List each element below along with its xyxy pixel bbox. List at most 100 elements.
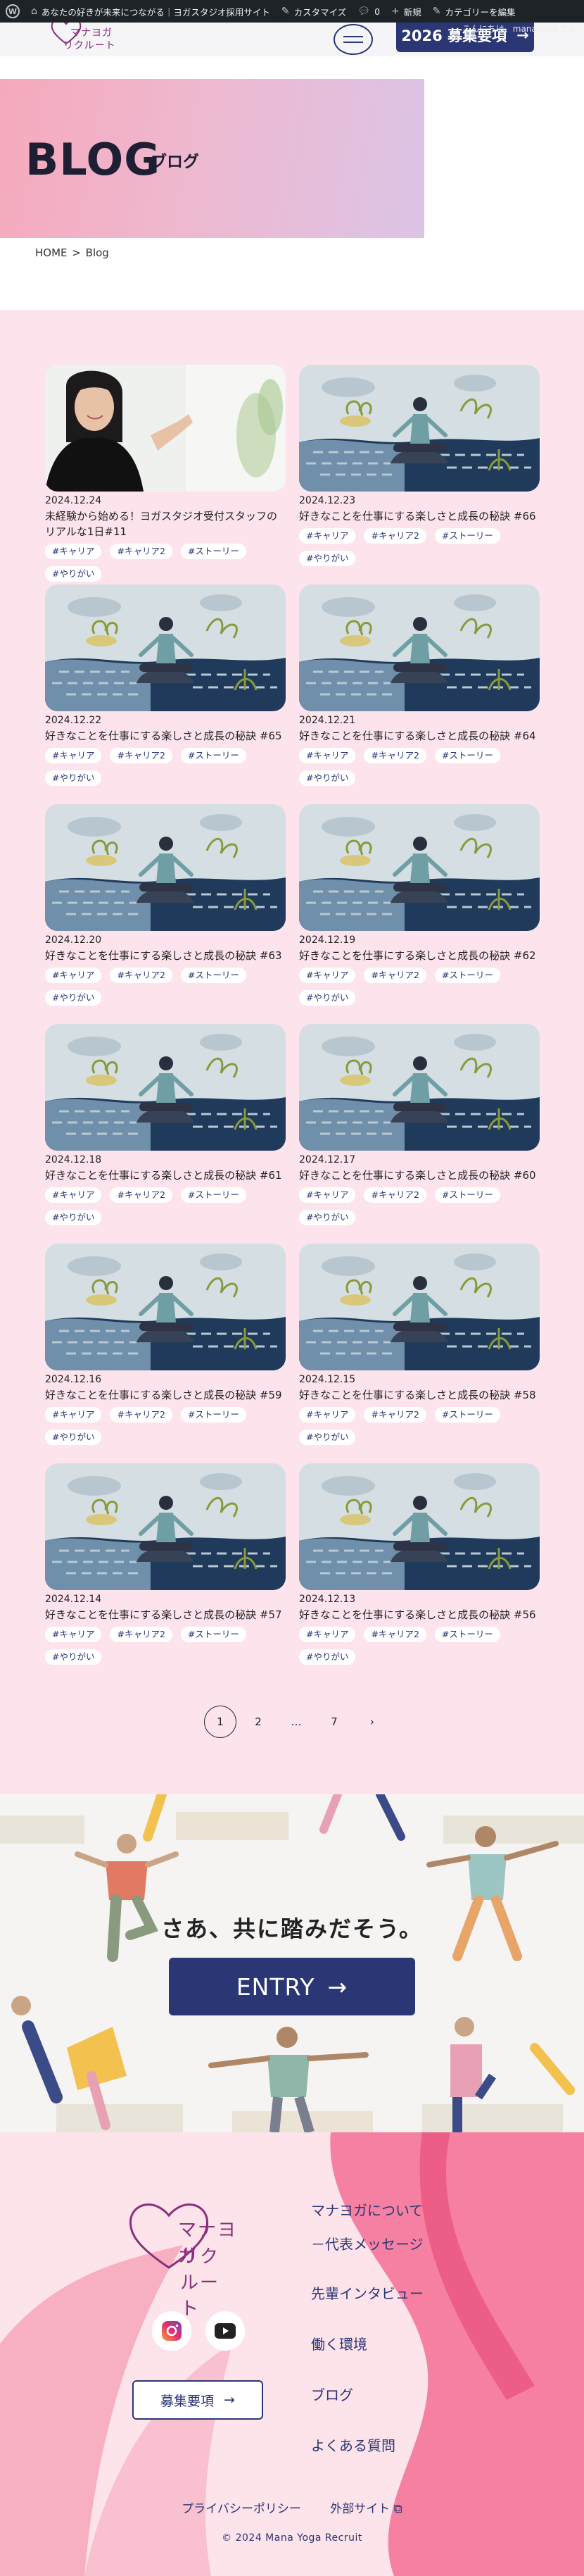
instagram-link[interactable] [152, 2311, 191, 2351]
comments-menu[interactable]: 💬︎ 0 [352, 0, 386, 23]
tag-chip[interactable]: #キャリア2 [110, 1627, 172, 1642]
blog-card-thumbnail[interactable] [45, 365, 286, 492]
tag-chip[interactable]: #キャリア2 [110, 1187, 172, 1203]
tag-chip[interactable]: #キャリア2 [364, 748, 426, 763]
tag-chip[interactable]: #やりがい [299, 1430, 356, 1445]
tag-chip[interactable]: #キャリア2 [110, 748, 172, 763]
blog-card[interactable]: 2024.12.18 好きなことを仕事にする楽しさと成長の秘訣 #61 #キャリア #… [45, 1024, 286, 1225]
blog-card-thumbnail[interactable] [45, 1024, 286, 1151]
footer-nav-blog[interactable]: ブログ [311, 2386, 424, 2404]
blog-card-thumbnail[interactable] [299, 584, 540, 711]
tag-chip[interactable]: #キャリア2 [110, 544, 172, 559]
tag-chip[interactable]: #やりがい [45, 770, 102, 786]
blog-card-title[interactable]: 好きなことを仕事にする楽しさと成長の秘訣 #61 [45, 1168, 286, 1183]
footer-nav-environment[interactable]: 働く環境 [311, 2335, 424, 2353]
blog-card-title[interactable]: 好きなことを仕事にする楽しさと成長の秘訣 #63 [45, 948, 286, 963]
blog-card[interactable]: 2024.12.19 好きなことを仕事にする楽しさと成長の秘訣 #62 #キャリア #… [299, 804, 540, 1006]
tag-chip[interactable]: #キャリア2 [110, 968, 172, 983]
footer-nav-about[interactable]: マナヨガについて [311, 2201, 424, 2220]
blog-card[interactable]: 2024.12.16 好きなことを仕事にする楽しさと成長の秘訣 #59 #キャリア #… [45, 1244, 286, 1445]
tag-chip[interactable]: #キャリア2 [364, 1187, 426, 1203]
tag-chip[interactable]: #キャリア [45, 544, 102, 559]
tag-chip[interactable]: #やりがい [299, 551, 356, 566]
hamburger-menu-button[interactable] [334, 24, 373, 55]
pagination-next-icon[interactable]: › [356, 1706, 388, 1738]
tag-chip[interactable]: #ストーリー [180, 1187, 246, 1203]
entry-button[interactable]: ENTRY → [169, 1958, 415, 2015]
pagination-page[interactable]: 1 [204, 1706, 236, 1738]
site-name-menu[interactable]: ⌂ あなたの好きが未来につながる｜ヨガスタジオ採用サイト [25, 0, 276, 23]
tag-chip[interactable]: #ストーリー [434, 748, 500, 763]
blog-card-thumbnail[interactable] [45, 584, 286, 711]
tag-chip[interactable]: #やりがい [45, 566, 102, 582]
tag-chip[interactable]: #キャリア [45, 748, 102, 763]
external-site-link[interactable]: 外部サイト ⧉ [330, 2502, 402, 2516]
blog-card-thumbnail[interactable] [45, 804, 286, 931]
tag-chip[interactable]: #キャリア [45, 1627, 102, 1642]
tag-chip[interactable]: #やりがい [45, 1430, 102, 1445]
blog-card-title[interactable]: 好きなことを仕事にする楽しさと成長の秘訣 #58 [299, 1387, 540, 1403]
tag-chip[interactable]: #キャリア [45, 1187, 102, 1203]
blog-card-thumbnail[interactable] [299, 1463, 540, 1590]
tag-chip[interactable]: #ストーリー [180, 544, 246, 559]
tag-chip[interactable]: #キャリア [299, 968, 356, 983]
tag-chip[interactable]: #ストーリー [434, 528, 500, 544]
tag-chip[interactable]: #やりがい [299, 1649, 356, 1665]
footer-nav-faq[interactable]: よくある質問 [311, 2437, 424, 2455]
blog-card-title[interactable]: 好きなことを仕事にする楽しさと成長の秘訣 #59 [45, 1387, 286, 1403]
footer-nav-interview[interactable]: 先輩インタビュー [311, 2284, 424, 2303]
tag-chip[interactable]: #ストーリー [434, 1407, 500, 1423]
blog-card-thumbnail[interactable] [45, 1463, 286, 1590]
pagination-page[interactable]: 7 [318, 1706, 350, 1738]
admin-howdy[interactable]: こんにちは、manayoga さん [462, 23, 577, 35]
blog-card-title[interactable]: 好きなことを仕事にする楽しさと成長の秘訣 #64 [299, 728, 540, 744]
footer-nav-message[interactable]: －代表メッセージ [311, 2235, 424, 2253]
blog-card-thumbnail[interactable] [45, 1244, 286, 1370]
tag-chip[interactable]: #キャリア [45, 1407, 102, 1423]
tag-chip[interactable]: #キャリア [299, 1187, 356, 1203]
tag-chip[interactable]: #ストーリー [180, 1407, 246, 1423]
tag-chip[interactable]: #キャリア2 [110, 1407, 172, 1423]
tag-chip[interactable]: #やりがい [299, 770, 356, 786]
blog-card-thumbnail[interactable] [299, 1024, 540, 1151]
tag-chip[interactable]: #キャリア [299, 1407, 356, 1423]
wp-logo-menu[interactable]: W [0, 0, 25, 23]
youtube-link[interactable] [205, 2311, 245, 2351]
tag-chip[interactable]: #やりがい [299, 1210, 356, 1225]
tag-chip[interactable]: #ストーリー [180, 968, 246, 983]
tag-chip[interactable]: #キャリア [45, 968, 102, 983]
footer-logo[interactable]: マナヨガ リクルート [125, 2197, 238, 2320]
tag-chip[interactable]: #キャリア2 [364, 968, 426, 983]
tag-chip[interactable]: #キャリア2 [364, 1627, 426, 1642]
footer-recruit-button[interactable]: 募集要項 → [132, 2380, 263, 2420]
privacy-policy-link[interactable]: プライバシーポリシー [182, 2502, 301, 2516]
blog-card-thumbnail[interactable] [299, 1244, 540, 1370]
edit-category-menu[interactable]: ✎ カテゴリーを編集 [427, 0, 521, 23]
tag-chip[interactable]: #キャリア2 [364, 1407, 426, 1423]
tag-chip[interactable]: #キャリア2 [364, 528, 426, 544]
blog-card[interactable]: 2024.12.24 未経験から始める！ヨガスタジオ受付スタッフのリアルな1日#1… [45, 365, 286, 582]
blog-card-thumbnail[interactable] [299, 804, 540, 931]
tag-chip[interactable]: #ストーリー [180, 748, 246, 763]
new-content-menu[interactable]: + 新規 [386, 0, 427, 23]
tag-chip[interactable]: #ストーリー [434, 1627, 500, 1642]
blog-card[interactable]: 2024.12.13 好きなことを仕事にする楽しさと成長の秘訣 #56 #キャリア #… [299, 1463, 540, 1665]
customize-menu[interactable]: ✎ カスタマイズ [276, 0, 352, 23]
blog-card-title[interactable]: 好きなことを仕事にする楽しさと成長の秘訣 #56 [299, 1607, 540, 1622]
blog-card-title[interactable]: 好きなことを仕事にする楽しさと成長の秘訣 #60 [299, 1168, 540, 1183]
tag-chip[interactable]: #ストーリー [180, 1627, 246, 1642]
blog-card-title[interactable]: 好きなことを仕事にする楽しさと成長の秘訣 #66 [299, 508, 540, 524]
tag-chip[interactable]: #キャリア [299, 1627, 356, 1642]
blog-card-title[interactable]: 好きなことを仕事にする楽しさと成長の秘訣 #65 [45, 728, 286, 744]
blog-card[interactable]: 2024.12.21 好きなことを仕事にする楽しさと成長の秘訣 #64 #キャリア #… [299, 584, 540, 786]
tag-chip[interactable]: #やりがい [45, 1649, 102, 1665]
blog-card-title[interactable]: 好きなことを仕事にする楽しさと成長の秘訣 #57 [45, 1607, 286, 1622]
tag-chip[interactable]: #キャリア [299, 528, 356, 544]
blog-card[interactable]: 2024.12.15 好きなことを仕事にする楽しさと成長の秘訣 #58 #キャリア #… [299, 1244, 540, 1445]
tag-chip[interactable]: #やりがい [45, 1210, 102, 1225]
blog-card[interactable]: 2024.12.14 好きなことを仕事にする楽しさと成長の秘訣 #57 #キャリア #… [45, 1463, 286, 1665]
breadcrumb-home-link[interactable]: HOME [35, 246, 68, 259]
pagination-page[interactable]: 2 [242, 1706, 274, 1738]
tag-chip[interactable]: #キャリア [299, 748, 356, 763]
blog-card-title[interactable]: 未経験から始める！ヨガスタジオ受付スタッフのリアルな1日#11 [45, 508, 286, 539]
